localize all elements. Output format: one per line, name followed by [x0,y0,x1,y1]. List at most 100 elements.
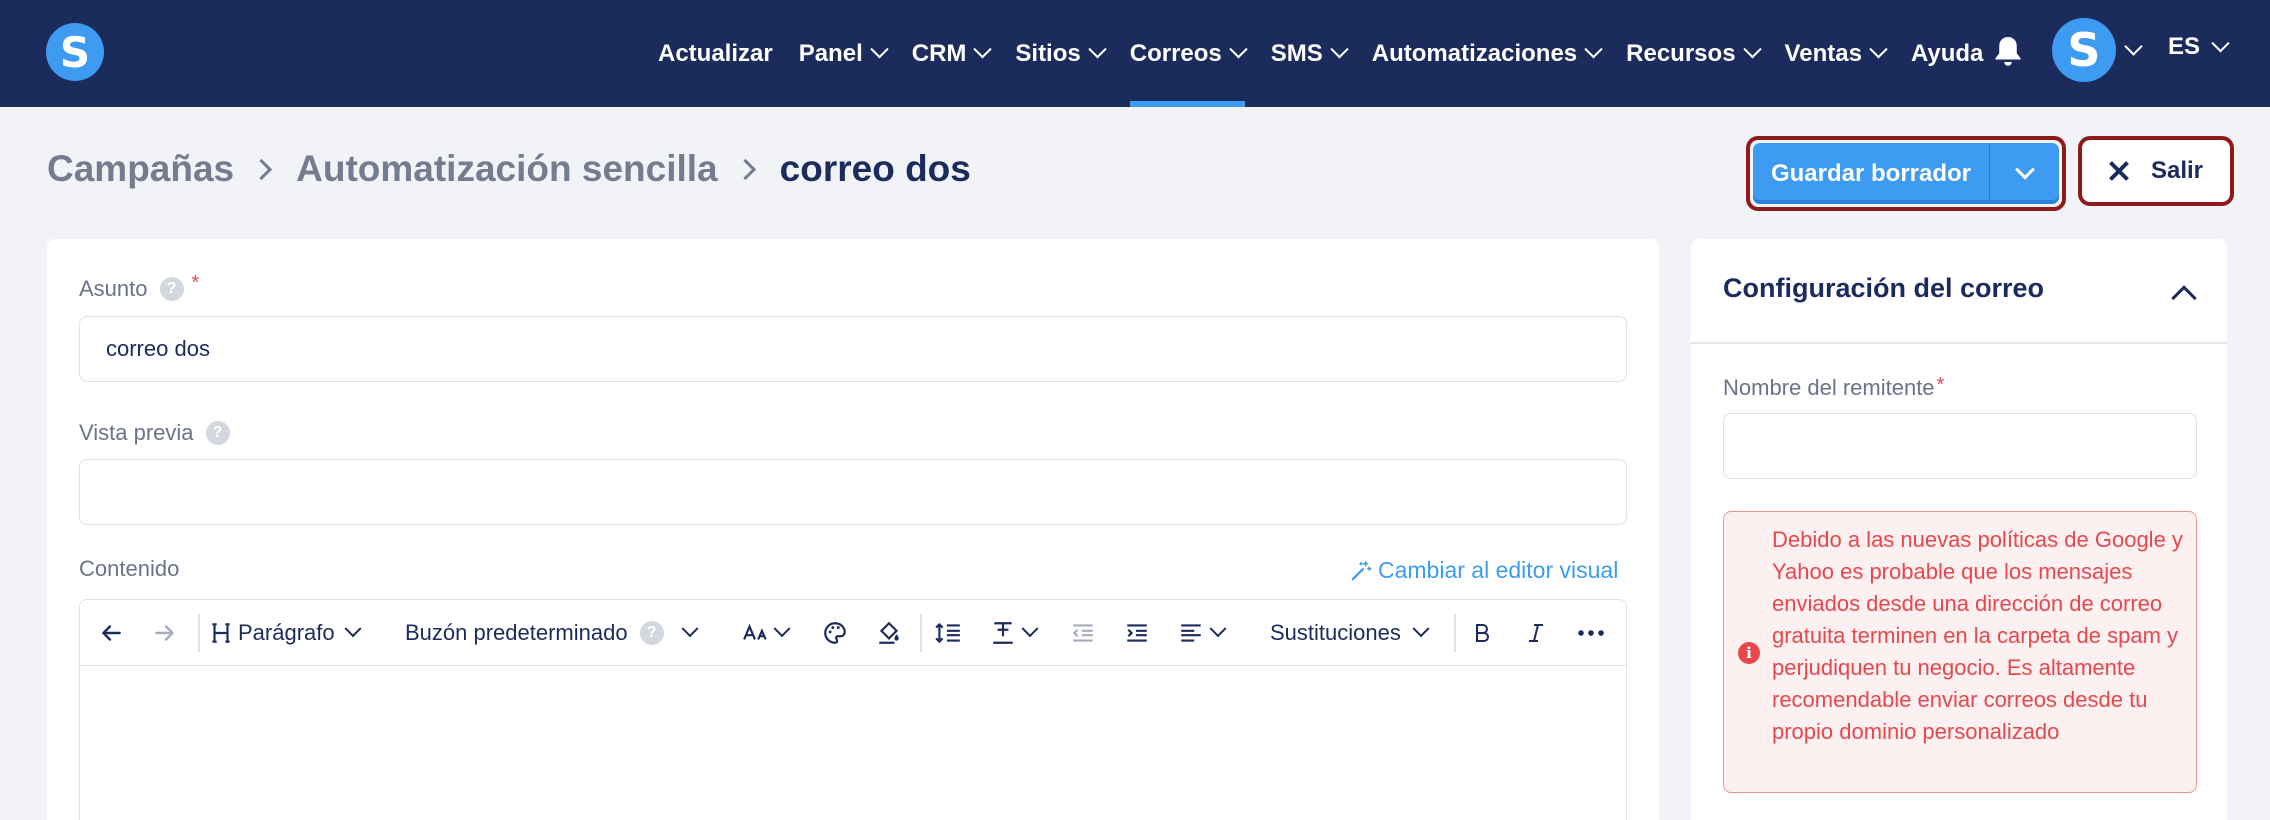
chevron-down-icon [1021,620,1039,638]
heading-icon [212,623,230,643]
editor-toolbar: Parágrafo Buzón predeterminado ? Sustitu… [80,600,1626,666]
nav-label: Panel [798,39,863,67]
warning-alert: i Debido a las nuevas políticas de Googl… [1723,511,2197,793]
undo-button[interactable] [98,600,124,666]
background-color-button[interactable] [876,600,902,666]
exit-button[interactable]: Salir [2078,136,2234,206]
help-icon[interactable]: ? [159,277,184,301]
sender-label-text: Nombre del remitente [1723,375,1935,400]
language-label: ES [2168,33,2201,60]
indent-icon [1127,624,1147,642]
toolbar-divider [198,614,200,652]
more-options-button[interactable] [1576,600,1606,666]
chevron-down-icon [1869,40,1888,59]
switch-visual-editor-link[interactable]: Cambiar al editor visual [1350,557,1618,584]
subject-input[interactable]: correo dos [79,316,1627,382]
save-options-dropdown[interactable] [1990,143,2059,204]
chevron-down-icon [2211,33,2230,52]
redo-button[interactable] [152,600,178,666]
subject-value: correo dos [106,336,210,361]
outdent-button[interactable] [1070,600,1096,666]
bell-icon[interactable] [1993,34,2023,70]
save-draft-split-button: Guardar borrador [1753,143,2059,204]
nav-label: Automatizaciones [1371,39,1578,67]
user-avatar[interactable]: S [2052,18,2116,82]
font-size-dropdown[interactable] [742,600,791,666]
nav-item-correos[interactable]: Correos [1129,0,1248,107]
info-icon: i [1738,642,1760,664]
nav-label: Ventas [1784,39,1862,67]
content-editor: Parágrafo Buzón predeterminado ? Sustitu… [79,599,1627,820]
email-settings-panel: Configuración del correo Nombre del remi… [1691,239,2227,820]
chevron-down-icon [773,620,791,638]
indent-button[interactable] [1124,600,1150,666]
subject-label-text: Asunto [79,276,148,301]
chevron-down-icon [2014,159,2035,180]
help-icon[interactable]: ? [639,621,664,645]
chevron-down-icon [870,40,889,59]
help-icon[interactable]: ? [205,421,230,445]
nav-item-ayuda[interactable]: Ayuda [1911,0,1983,107]
italic-button[interactable] [1524,600,1548,666]
content-label-text: Contenido [79,556,180,581]
switch-editor-label: Cambiar al editor visual [1378,557,1619,583]
alert-message: Debido a las nuevas políticas de Google … [1772,527,2183,744]
bold-button[interactable] [1470,600,1494,666]
required-marker: * [1936,373,1945,396]
chevron-right-icon [251,158,273,180]
chevron-down-icon[interactable] [2124,37,2143,56]
save-draft-button[interactable]: Guardar borrador [1753,143,1989,204]
chevron-down-icon [1412,620,1430,638]
chevron-up-icon[interactable] [2171,285,2197,311]
chevron-down-icon [1209,620,1227,638]
nav-item-panel[interactable]: Panel [798,0,889,107]
text-color-button[interactable] [822,600,848,666]
mailbox-label: Buzón predeterminado [405,620,628,645]
main-nav: Actualizar Panel CRM Sitios Correos SMS … [658,0,2009,107]
sender-name-input[interactable] [1723,413,2197,479]
magic-wand-icon [1351,560,1372,580]
language-selector[interactable]: ES [2168,33,2230,61]
nav-label: SMS [1270,39,1323,67]
breadcrumb-campaigns[interactable]: Campañas [47,148,234,190]
nav-item-sitios[interactable]: Sitios [1015,0,1107,107]
substitutions-label: Sustituciones [1270,620,1401,645]
paint-bucket-icon [879,621,899,644]
bold-icon [1476,624,1489,642]
editor-content-area[interactable] [80,666,1626,820]
arrow-right-icon [155,625,174,641]
substitutions-dropdown[interactable]: Sustituciones [1270,600,1430,666]
chevron-down-icon [973,40,993,59]
align-dropdown[interactable] [1178,600,1227,666]
line-height-button[interactable] [934,600,962,666]
nav-item-sms[interactable]: SMS [1270,0,1349,107]
app-logo[interactable]: S [46,23,104,81]
nav-item-recursos[interactable]: Recursos [1626,0,1762,107]
text-underline-icon [993,622,1013,644]
breadcrumb: Campañas Automatización sencilla correo … [47,148,971,190]
arrow-left-icon [102,625,121,641]
nav-item-ventas[interactable]: Ventas [1784,0,1888,107]
text-style-dropdown[interactable] [990,600,1039,666]
nav-label: Correos [1129,39,1222,67]
exit-label: Salir [2150,157,2204,184]
nav-item-actualizar[interactable]: Actualizar [658,0,773,107]
nav-item-crm[interactable]: CRM [912,0,993,107]
nav-item-automatizaciones[interactable]: Automatizaciones [1371,0,1603,107]
paragraph-label: Parágrafo [238,620,335,645]
required-marker: * [191,271,200,294]
breadcrumb-automation[interactable]: Automatización sencilla [296,148,718,190]
more-horizontal-icon [1578,630,1604,636]
mailbox-dropdown[interactable]: Buzón predeterminado ? [405,600,699,666]
chevron-down-icon [1584,40,1603,59]
chevron-right-icon [734,158,756,180]
chevron-down-icon [1330,40,1349,59]
settings-title: Configuración del correo [1723,273,2045,303]
chevron-down-icon [344,620,362,638]
font-size-icon [743,623,767,640]
top-navbar: S Actualizar Panel CRM Sitios Correos SM… [0,0,2270,107]
preview-input[interactable] [79,459,1627,525]
chevron-down-icon [1088,40,1107,59]
paragraph-format-dropdown[interactable]: Parágrafo [208,600,362,666]
toolbar-divider [920,614,922,652]
